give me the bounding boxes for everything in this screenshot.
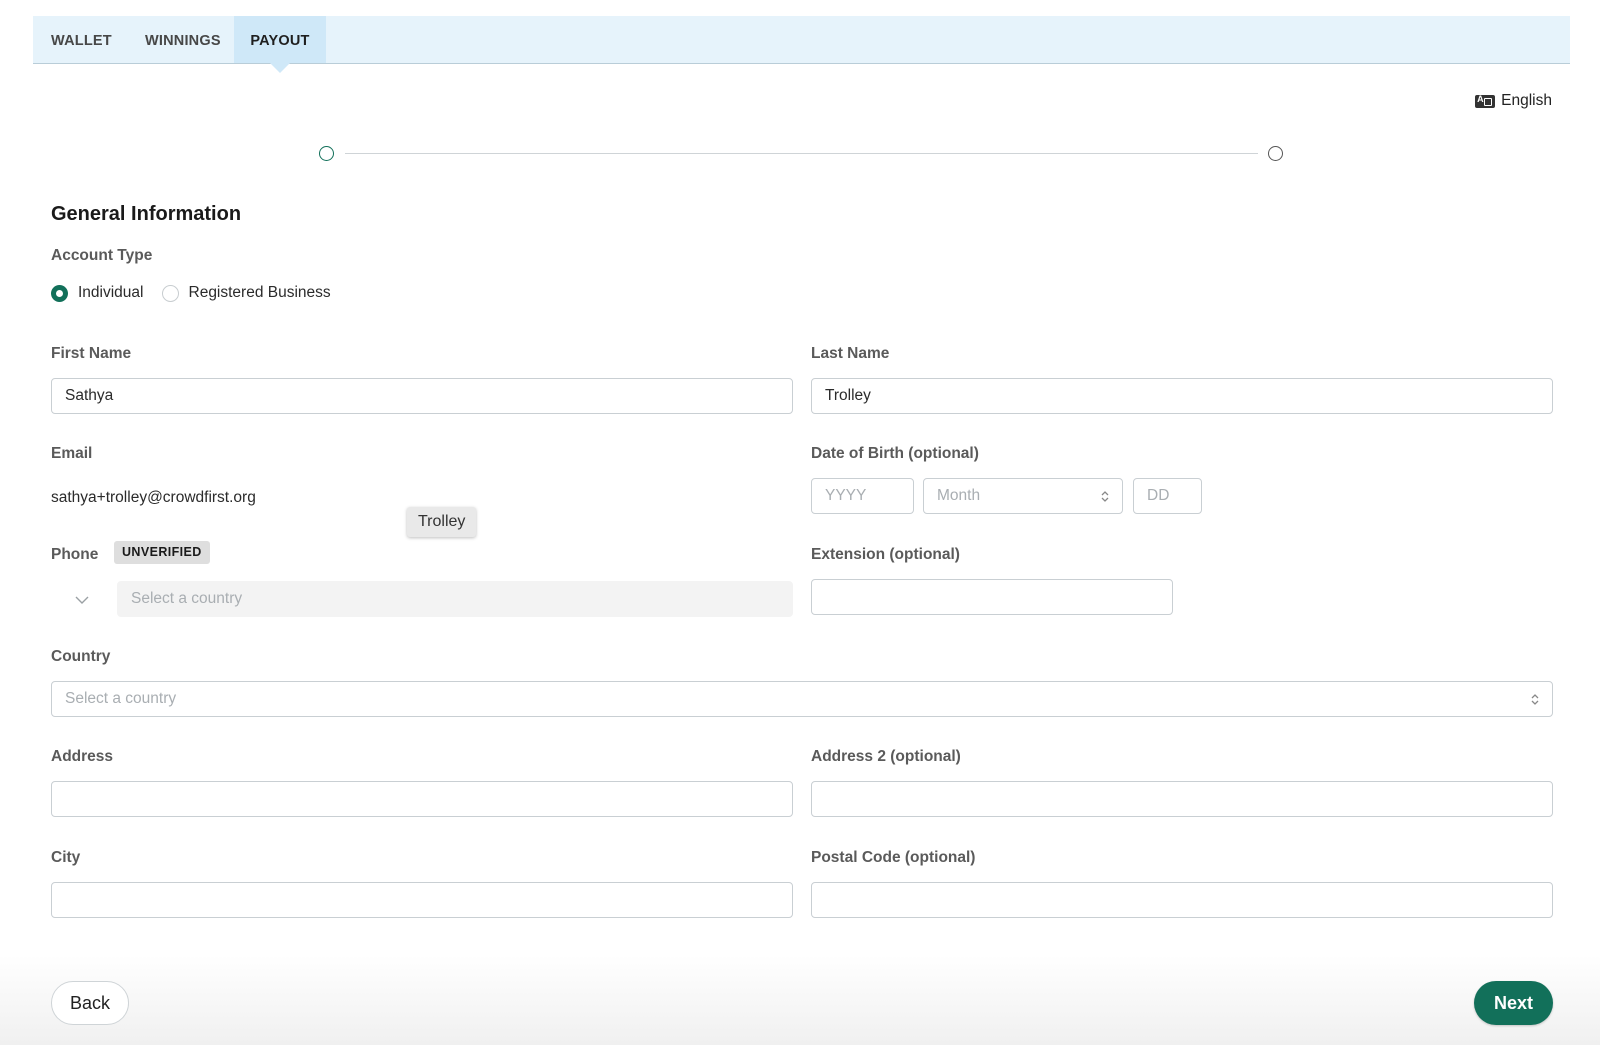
first-name-field[interactable]: Sathya	[51, 378, 793, 414]
tab-payout[interactable]: PAYOUT	[234, 16, 326, 73]
account-type-radio-group: Individual Registered Business	[51, 284, 349, 302]
address2-field[interactable]	[811, 781, 1553, 817]
tab-wallet[interactable]: WALLET	[51, 16, 112, 63]
extension-label: Extension (optional)	[811, 546, 960, 563]
dob-day-field[interactable]: DD	[1133, 478, 1202, 514]
language-icon	[1475, 94, 1496, 108]
extension-field[interactable]	[811, 579, 1173, 615]
tooltip: Trolley	[407, 507, 477, 537]
last-name-label: Last Name	[811, 345, 890, 362]
email-label: Email	[51, 445, 93, 462]
step-2-indicator	[1268, 146, 1283, 161]
address-field[interactable]	[51, 781, 793, 817]
phone-label: Phone	[51, 546, 99, 563]
city-label: City	[51, 849, 81, 866]
next-button[interactable]: Next	[1474, 981, 1553, 1025]
phone-country-select[interactable]: Select a country	[117, 581, 793, 617]
step-1-indicator	[319, 146, 334, 161]
address-label: Address	[51, 748, 114, 765]
first-name-label: First Name	[51, 345, 132, 362]
city-field[interactable]	[51, 882, 793, 918]
account-type-label: Account Type	[51, 247, 153, 264]
email-value: sathya+trolley@crowdfirst.org	[51, 489, 256, 506]
language-selector[interactable]: English	[1475, 92, 1552, 110]
tab-winnings[interactable]: WINNINGS	[145, 16, 221, 63]
radio-individual[interactable]	[51, 284, 68, 302]
footer-shadow	[0, 955, 1600, 1045]
language-label: English	[1501, 92, 1552, 109]
country-label: Country	[51, 648, 111, 665]
country-select[interactable]: Select a country	[51, 681, 1553, 717]
country-placeholder: Select a country	[65, 690, 177, 707]
updown-chevron-icon	[1531, 694, 1539, 705]
tab-bar: WALLET WINNINGS PAYOUT	[33, 16, 1570, 73]
dob-year-field[interactable]: YYYY	[811, 478, 914, 514]
dob-month-placeholder: Month	[937, 487, 981, 504]
radio-individual-label[interactable]: Individual	[78, 284, 144, 302]
radio-registered-business-label[interactable]: Registered Business	[189, 284, 331, 302]
postal-code-field[interactable]	[811, 882, 1553, 918]
back-button[interactable]: Back	[51, 981, 129, 1025]
radio-registered-business[interactable]	[161, 284, 179, 302]
dob-label: Date of Birth (optional)	[811, 445, 979, 462]
last-name-field[interactable]: Trolley	[811, 378, 1553, 414]
stepper-track	[345, 153, 1258, 154]
postal-code-label: Postal Code (optional)	[811, 849, 976, 866]
dob-month-select[interactable]: Month	[923, 478, 1123, 514]
unverified-badge: UNVERIFIED	[114, 541, 210, 564]
updown-chevron-icon	[1101, 491, 1109, 502]
chevron-down-icon[interactable]	[72, 590, 92, 610]
section-title: General Information	[51, 203, 242, 225]
address2-label: Address 2 (optional)	[811, 748, 961, 765]
